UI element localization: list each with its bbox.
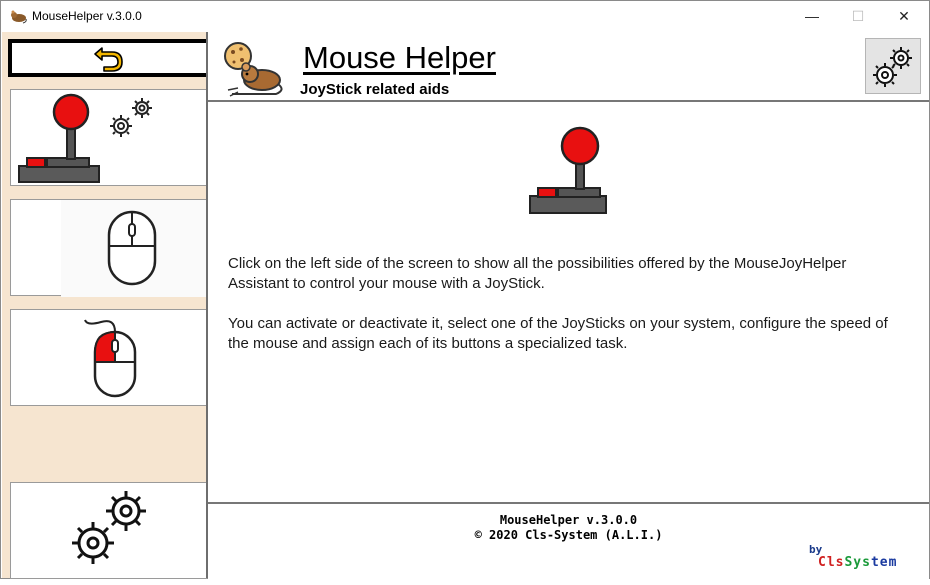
window-title: MouseHelper v.3.0.0	[32, 9, 142, 23]
minimize-button[interactable]: —	[789, 1, 835, 31]
undo-arrow-icon	[94, 47, 123, 72]
page-subtitle: JoyStick related aids	[300, 81, 450, 98]
settings-button[interactable]	[865, 38, 921, 94]
title-bar[interactable]: MouseHelper v.3.0.0 — ☐ ✕	[1, 1, 929, 31]
app-icon	[11, 10, 27, 24]
sidebar	[2, 32, 208, 579]
brand-part-1: Cls	[818, 555, 845, 570]
mouse-with-cookie-icon	[224, 42, 283, 97]
app-window: MouseHelper v.3.0.0 — ☐ ✕ Mouse Helper J…	[0, 0, 930, 580]
joystick-gears-icon	[18, 93, 152, 183]
sidebar-item-settings[interactable]	[10, 482, 207, 579]
brand-part-2: Sys	[844, 555, 871, 570]
close-button[interactable]: ✕	[881, 1, 927, 31]
gears-icon	[72, 491, 146, 564]
back-button[interactable]	[8, 39, 206, 77]
footer: MouseHelper v.3.0.0 © 2020 Cls-System (A…	[208, 502, 929, 580]
brand-part-3: tem	[870, 555, 898, 570]
sidebar-item-joystick-settings[interactable]	[10, 89, 207, 186]
gears-icon	[873, 47, 912, 87]
footer-version: MouseHelper v.3.0.0	[499, 513, 638, 527]
description-paragraph-1: Click on the left side of the screen to …	[228, 255, 847, 292]
main-panel: Mouse Helper JoyStick related aids Click…	[206, 32, 929, 580]
footer-copyright: © 2020 Cls-System (A.L.I.)	[474, 528, 663, 542]
page-title: Mouse Helper	[303, 40, 496, 75]
header: Mouse Helper JoyStick related aids	[208, 32, 929, 102]
brand-logo[interactable]: ClsSystem	[818, 555, 897, 570]
maximize-button[interactable]: ☐	[835, 1, 881, 31]
mouse-icon	[61, 200, 208, 297]
sidebar-item-mouse[interactable]	[10, 199, 208, 297]
sidebar-item-mouse-left-click[interactable]	[10, 309, 207, 406]
mouse-left-button-icon	[84, 319, 137, 398]
joystick-icon	[529, 126, 607, 214]
description-paragraph-2: You can activate or deactivate it, selec…	[228, 315, 888, 352]
